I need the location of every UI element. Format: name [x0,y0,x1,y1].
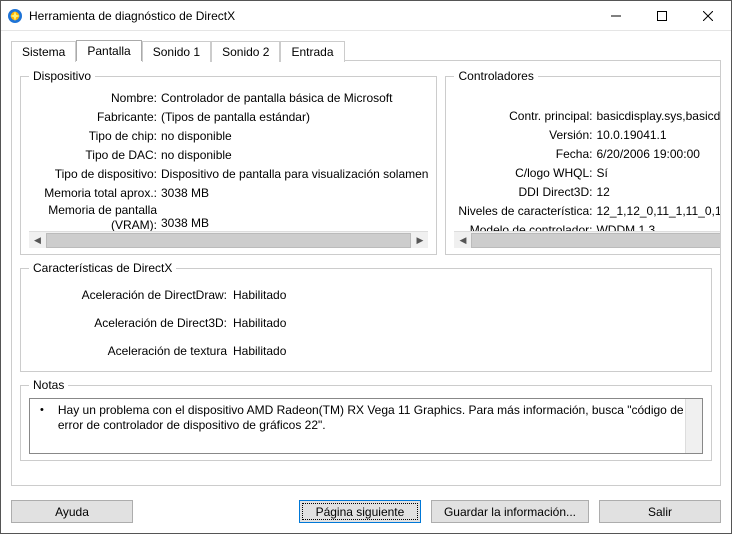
device-type-label: Tipo de dispositivo: [29,165,161,184]
driver-model-label: Modelo de controlador: [454,221,596,231]
button-row: Ayuda Página siguiente Guardar la inform… [1,492,731,533]
maximize-button[interactable] [639,1,685,30]
driver-model-value: WDDM 1.3 [596,221,721,231]
device-type-value: Dispositivo de pantalla para visualizaci… [161,165,428,184]
scroll-thumb[interactable] [46,233,411,248]
device-name-value: Controlador de pantalla básica de Micros… [161,89,428,108]
top-row: Dispositivo Nombre:Controlador de pantal… [20,69,712,255]
notes-legend: Notas [29,378,68,392]
window-controls [593,1,731,30]
device-group: Dispositivo Nombre:Controlador de pantal… [20,69,437,255]
ddraw-label: Aceleración de DirectDraw: [29,281,233,309]
device-memtotal-value: 3038 MB [161,184,428,203]
driver-date-value: 6/20/2006 19:00:00 [596,145,721,164]
notes-scrollbar[interactable] [685,399,702,453]
directx-features-legend: Características de DirectX [29,261,176,275]
exit-button[interactable]: Salir [599,500,721,523]
device-vram-value: 3038 MB [161,214,428,231]
driver-date-label: Fecha: [454,145,596,164]
driver-ddi-value: 12 [596,183,721,202]
drivers-group-legend: Controladores [454,69,537,83]
dxdiag-window: Herramienta de diagnóstico de DirectX Si… [0,0,732,534]
scroll-right-icon[interactable]: ▶ [411,232,428,249]
driver-ddi-label: DDI Direct3D: [454,183,596,202]
drivers-kv-area: Contr. principal:basicdisplay.sys,basicd… [454,89,721,231]
driver-featurelevels-value: 12_1,12_0,11_1,11_0,10_1, [596,202,721,221]
driver-main-label: Contr. principal: [454,107,596,126]
texture-label: Aceleración de textura [29,337,233,365]
bullet-icon: • [40,403,44,418]
tab-sonido2[interactable]: Sonido 2 [211,41,280,62]
window-title: Herramienta de diagnóstico de DirectX [29,9,593,23]
device-name-label: Nombre: [29,89,161,108]
device-manufacturer-value: (Tipos de pantalla estándar) [161,108,428,127]
device-scrollbar[interactable]: ◀ ▶ [29,231,428,248]
device-manufacturer-label: Fabricante: [29,108,161,127]
tab-strip: Sistema Pantalla Sonido 1 Sonido 2 Entra… [11,39,721,60]
device-dac-label: Tipo de DAC: [29,146,161,165]
help-button[interactable]: Ayuda [11,500,133,523]
drivers-group: Controladores Contr. principal:basicdisp… [445,69,721,255]
device-dac-value: no disponible [161,146,428,165]
ddraw-value: Habilitado [233,281,286,309]
notes-text: Hay un problema con el dispositivo AMD R… [58,403,684,433]
device-chip-value: no disponible [161,127,428,146]
content-area: Sistema Pantalla Sonido 1 Sonido 2 Entra… [1,31,731,492]
driver-version-label: Versión: [454,126,596,145]
directx-features-group: Características de DirectX Aceleración d… [20,261,712,372]
titlebar: Herramienta de diagnóstico de DirectX [1,1,731,31]
tab-sonido1[interactable]: Sonido 1 [142,41,211,62]
notes-textbox[interactable]: • Hay un problema con el dispositivo AMD… [29,398,703,454]
device-kv-area: Nombre:Controlador de pantalla básica de… [29,89,428,231]
driver-version-value: 10.0.19041.1 [596,126,721,145]
tab-panel-pantalla: Dispositivo Nombre:Controlador de pantal… [11,60,721,486]
driver-whql-label: C/logo WHQL: [454,164,596,183]
scroll-left-icon[interactable]: ◀ [454,232,471,249]
save-info-button[interactable]: Guardar la información... [431,500,589,523]
tab-entrada[interactable]: Entrada [280,41,344,62]
tab-pantalla[interactable]: Pantalla [76,40,141,61]
notes-group: Notas • Hay un problema con el dispositi… [20,378,712,461]
d3d-value: Habilitado [233,309,286,337]
scroll-thumb[interactable] [471,233,721,248]
device-vram-label: Memoria de pantalla(VRAM): [29,203,161,231]
next-page-button[interactable]: Página siguiente [299,500,421,523]
close-button[interactable] [685,1,731,30]
minimize-button[interactable] [593,1,639,30]
texture-value: Habilitado [233,337,286,365]
tab-sistema[interactable]: Sistema [11,41,76,62]
driver-main-value: basicdisplay.sys,basicdisplay [596,107,721,126]
dxdiag-icon [7,8,23,24]
device-chip-label: Tipo de chip: [29,127,161,146]
device-memtotal-label: Memoria total aprox.: [29,184,161,203]
d3d-label: Aceleración de Direct3D: [29,309,233,337]
drivers-scrollbar[interactable]: ◀ ▶ [454,231,721,248]
device-group-legend: Dispositivo [29,69,95,83]
driver-whql-value: Sí [596,164,721,183]
driver-featurelevels-label: Niveles de característica: [454,202,596,221]
scroll-left-icon[interactable]: ◀ [29,232,46,249]
